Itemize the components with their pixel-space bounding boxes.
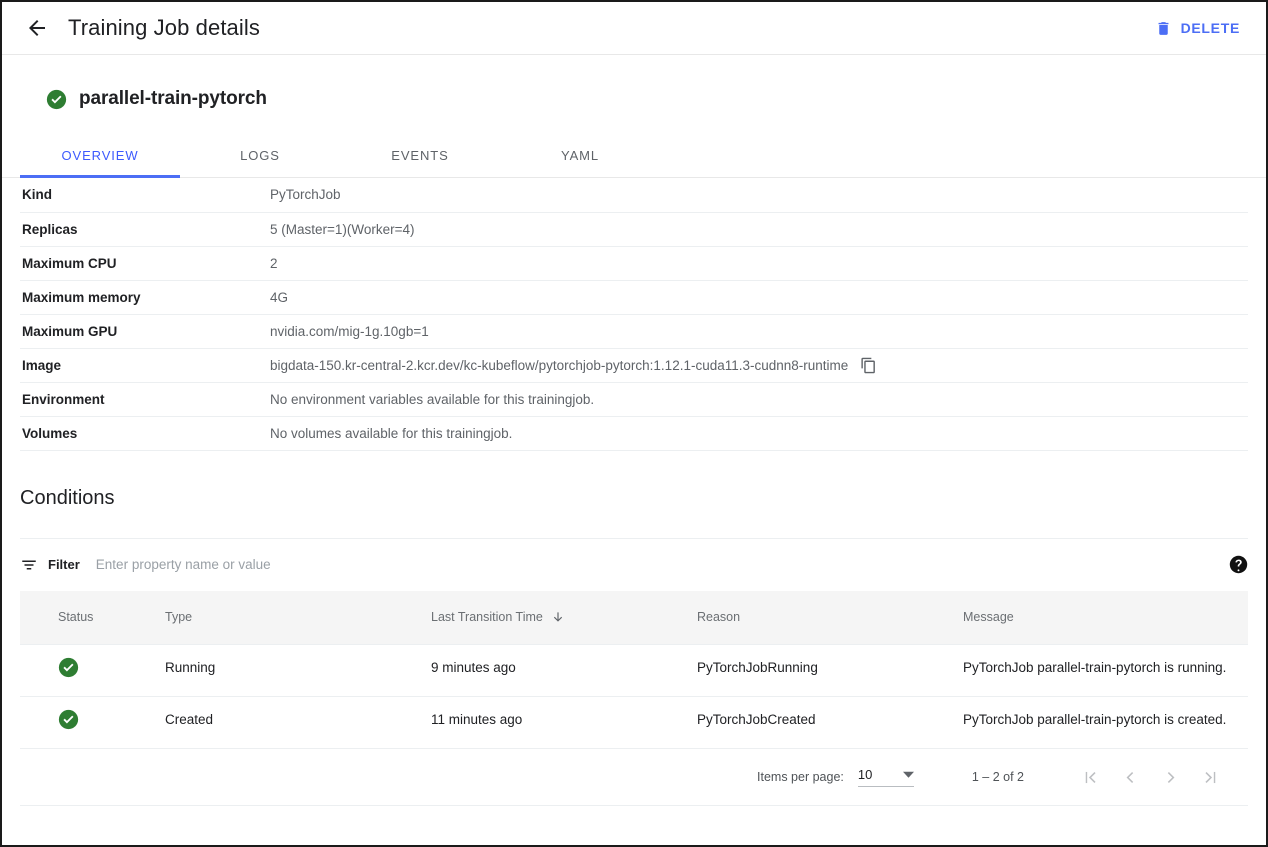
page-range-label: 1 – 2 of 2 <box>971 770 1024 785</box>
chevron-right-icon <box>1161 768 1180 787</box>
column-header-type[interactable]: Type <box>165 590 431 645</box>
arrow-down-icon <box>551 610 565 624</box>
row-status-cell <box>20 696 165 750</box>
detail-label: Volumes <box>22 425 78 441</box>
detail-row-maximum-cpu: Maximum CPU 2 <box>20 246 1248 280</box>
job-header: parallel-train-pytorch <box>2 55 1266 117</box>
tab-overview[interactable]: OVERVIEW <box>20 135 180 178</box>
row-status-cell <box>20 644 165 698</box>
filter-bar: Filter <box>2 539 1266 591</box>
row-message: PyTorchJob parallel-train-pytorch is run… <box>963 644 1248 698</box>
detail-row-kind: Kind PyTorchJob <box>20 178 1248 212</box>
help-circle-icon[interactable] <box>1229 555 1248 574</box>
check-circle-icon <box>46 89 67 110</box>
row-last-transition-time: 9 minutes ago <box>431 644 697 698</box>
detail-row-maximum-memory: Maximum memory 4G <box>20 280 1248 314</box>
detail-label: Replicas <box>22 221 78 237</box>
last-page-icon <box>1201 768 1220 787</box>
next-page-button[interactable] <box>1150 757 1190 797</box>
filter-input[interactable] <box>95 557 1229 572</box>
chevron-down-icon <box>902 769 914 780</box>
detail-value: No environment variables available for t… <box>270 391 595 407</box>
tab-yaml[interactable]: YAML <box>500 135 660 178</box>
items-per-page-select[interactable]: 10 <box>857 767 914 788</box>
tab-events[interactable]: EVENTS <box>340 135 500 178</box>
filter-icon[interactable] <box>20 556 38 574</box>
detail-label: Kind <box>22 187 52 203</box>
column-header-status[interactable]: Status <box>20 590 165 645</box>
app-bar: Training Job details DELETE <box>2 2 1266 55</box>
column-header-message[interactable]: Message <box>963 590 1248 645</box>
detail-label: Maximum memory <box>22 289 141 305</box>
previous-page-button[interactable] <box>1110 757 1150 797</box>
check-circle-icon <box>58 710 79 733</box>
column-header-last-transition-time[interactable]: Last Transition Time <box>431 590 697 645</box>
detail-label: Image <box>22 357 62 373</box>
delete-button[interactable]: DELETE <box>1147 14 1248 43</box>
detail-row-environment: Environment No environment variables ava… <box>20 382 1248 416</box>
detail-value: bigdata-150.kr-central-2.kcr.dev/kc-kube… <box>270 357 849 373</box>
table-header-row: Status Type Last Transition Time Reason … <box>20 590 1248 645</box>
column-header-reason[interactable]: Reason <box>697 590 963 645</box>
detail-value: 2 <box>270 255 278 271</box>
first-page-button[interactable] <box>1070 757 1110 797</box>
trash-icon <box>1155 20 1172 37</box>
page-title: Training Job details <box>68 15 260 40</box>
detail-value: PyTorchJob <box>270 187 341 203</box>
detail-label: Maximum GPU <box>22 323 118 339</box>
table-row: Created 11 minutes ago PyTorchJobCreated… <box>20 696 1248 750</box>
detail-row-maximum-gpu: Maximum GPU nvidia.com/mig-1g.10gb=1 <box>20 314 1248 348</box>
job-name: parallel-train-pytorch <box>79 88 267 109</box>
items-per-page-value: 10 <box>857 767 873 783</box>
column-header-label: Last Transition Time <box>431 610 543 625</box>
detail-value: nvidia.com/mig-1g.10gb=1 <box>270 323 429 339</box>
first-page-icon <box>1081 768 1100 787</box>
row-type: Created <box>165 696 431 750</box>
delete-button-label: DELETE <box>1180 20 1240 36</box>
row-type: Running <box>165 644 431 698</box>
check-circle-icon <box>58 657 79 681</box>
detail-value-cell: bigdata-150.kr-central-2.kcr.dev/kc-kube… <box>270 348 1248 382</box>
conditions-table: Status Type Last Transition Time Reason … <box>20 590 1248 750</box>
divider <box>20 805 1248 807</box>
row-last-transition-time: 11 minutes ago <box>431 696 697 750</box>
last-page-button[interactable] <box>1190 757 1230 797</box>
detail-value: 5 (Master=1)(Worker=4) <box>270 221 415 237</box>
detail-row-volumes: Volumes No volumes available for this tr… <box>20 416 1248 450</box>
arrow-left-icon[interactable] <box>24 15 50 41</box>
tab-logs[interactable]: LOGS <box>180 135 340 178</box>
conditions-heading: Conditions <box>20 486 115 509</box>
detail-label: Maximum CPU <box>22 255 117 271</box>
tab-bar: OVERVIEW LOGS EVENTS YAML <box>2 135 1266 178</box>
detail-label: Environment <box>22 391 105 407</box>
row-reason: PyTorchJobRunning <box>697 644 963 698</box>
row-reason: PyTorchJobCreated <box>697 696 963 750</box>
job-detail-table: Kind PyTorchJob Replicas 5 (Master=1)(Wo… <box>20 178 1248 451</box>
paginator: Items per page: 10 1 – 2 of 2 <box>20 749 1248 805</box>
row-message: PyTorchJob parallel-train-pytorch is cre… <box>963 696 1248 750</box>
training-job-details-page: Training Job details DELETE parallel-tra… <box>0 0 1268 847</box>
detail-value: No volumes available for this trainingjo… <box>270 425 513 441</box>
items-per-page-label: Items per page: <box>757 770 844 785</box>
table-row: Running 9 minutes ago PyTorchJobRunning … <box>20 644 1248 698</box>
filter-label: Filter <box>48 557 80 572</box>
detail-row-replicas: Replicas 5 (Master=1)(Worker=4) <box>20 212 1248 246</box>
copy-icon[interactable] <box>860 357 877 374</box>
detail-row-image: Image bigdata-150.kr-central-2.kcr.dev/k… <box>20 348 1248 382</box>
chevron-left-icon <box>1121 768 1140 787</box>
detail-value: 4G <box>270 289 289 305</box>
